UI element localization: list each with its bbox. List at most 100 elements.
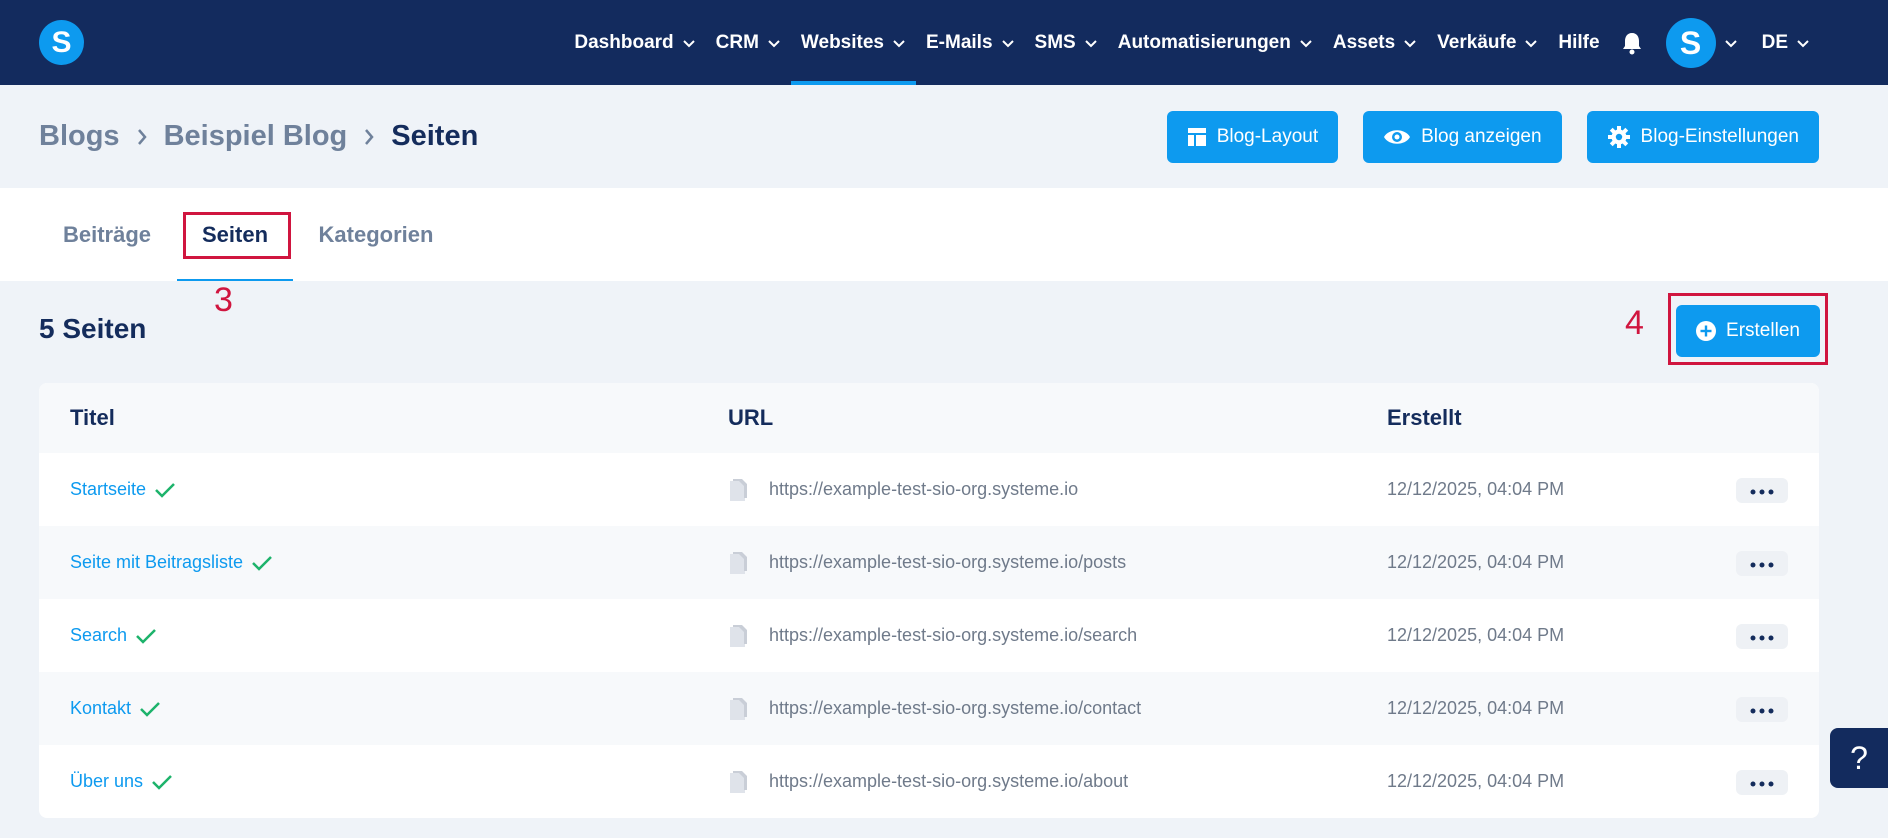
create-button[interactable]: Erstellen	[1676, 305, 1820, 357]
blog-settings-label: Blog-Einstellungen	[1640, 126, 1799, 147]
blog-settings-button[interactable]: Blog-Einstellungen	[1586, 111, 1819, 163]
row-created: 12/12/2025, 04:04 PM	[1387, 698, 1565, 718]
main-nav: Dashboard CRM Websites E-Mails SMS Autom…	[564, 0, 1820, 85]
row-actions-button[interactable]	[1736, 551, 1788, 576]
row-url[interactable]: https://example-test-sio-org.systeme.io	[727, 453, 1078, 526]
chevron-down-icon	[1524, 38, 1538, 48]
chevron-down-icon[interactable]	[1724, 0, 1738, 85]
header-actions: Blog-Layout Blog anzeigen Blog-Einstellu…	[1166, 111, 1819, 163]
row-actions-button[interactable]	[1736, 770, 1788, 795]
more-icon	[1750, 482, 1774, 500]
document-icon	[727, 624, 749, 648]
row-title-link[interactable]: Seite mit Beitragsliste	[70, 526, 273, 599]
row-title-link[interactable]: Startseite	[70, 453, 176, 526]
help-button[interactable]: ?	[1830, 728, 1888, 788]
check-icon	[135, 627, 157, 645]
language-selector[interactable]: DE	[1752, 0, 1820, 85]
nav-item-dashboard[interactable]: Dashboard	[564, 0, 705, 85]
annotation-3: 3	[214, 281, 233, 319]
nav-item-crm[interactable]: CRM	[706, 0, 791, 85]
column-header-url: URL	[728, 405, 774, 430]
breadcrumb-example-blog[interactable]: Beispiel Blog	[164, 120, 348, 153]
nav-item-automations[interactable]: Automatisierungen	[1108, 0, 1323, 85]
nav-item-emails[interactable]: E-Mails	[916, 0, 1025, 85]
row-actions-button[interactable]	[1736, 697, 1788, 722]
document-icon	[727, 770, 749, 794]
plus-circle-icon	[1696, 321, 1717, 341]
nav-item-assets[interactable]: Assets	[1323, 0, 1427, 85]
row-title: Search	[70, 625, 128, 645]
nav-item-websites[interactable]: Websites	[790, 0, 917, 85]
nav-item-label: Assets	[1332, 31, 1396, 53]
row-title: Kontakt	[70, 698, 132, 718]
nav-item-help[interactable]: Hilfe	[1548, 0, 1609, 85]
table-row: Kontakt https://example-test-sio-org.sys…	[39, 672, 1819, 745]
avatar[interactable]: S	[1665, 17, 1716, 68]
blog-layout-button[interactable]: Blog-Layout	[1166, 111, 1339, 163]
check-icon	[154, 481, 176, 499]
chevron-down-icon	[1299, 38, 1313, 48]
check-icon	[139, 700, 161, 718]
nav-item-sms[interactable]: SMS	[1025, 0, 1108, 85]
chevron-down-icon	[1796, 38, 1810, 48]
more-icon	[1750, 555, 1774, 573]
tab-highlight-box	[183, 212, 291, 259]
row-url-text: https://example-test-sio-org.systeme.io/…	[769, 552, 1127, 572]
table-header: Titel URL Erstellt	[39, 383, 1819, 453]
row-url[interactable]: https://example-test-sio-org.systeme.io/…	[727, 526, 1126, 599]
chevron-right-icon	[136, 127, 148, 147]
row-title: Startseite	[70, 479, 147, 499]
row-title: Seite mit Beitragsliste	[70, 552, 244, 572]
tab-label: Beiträge	[62, 221, 152, 247]
view-blog-button[interactable]: Blog anzeigen	[1363, 111, 1562, 163]
row-actions-button[interactable]	[1736, 624, 1788, 649]
bell-icon[interactable]	[1610, 0, 1654, 85]
chevron-down-icon	[682, 38, 696, 48]
chevron-down-icon	[892, 38, 906, 48]
check-icon	[251, 554, 273, 572]
chevron-down-icon	[1084, 38, 1098, 48]
row-actions-button[interactable]	[1736, 478, 1788, 503]
row-created: 12/12/2025, 04:04 PM	[1387, 552, 1565, 572]
layout-icon	[1187, 127, 1207, 147]
nav-item-label: Hilfe	[1558, 31, 1600, 53]
more-icon	[1750, 701, 1774, 719]
more-icon	[1750, 774, 1774, 792]
nav-item-label: Dashboard	[574, 31, 674, 53]
nav-item-label: CRM	[715, 31, 759, 53]
pages-table: Titel URL Erstellt Startseite https://ex…	[39, 383, 1819, 818]
nav-item-label: Automatisierungen	[1117, 31, 1291, 53]
nav-item-sales[interactable]: Verkäufe	[1427, 0, 1548, 85]
row-title-link[interactable]: Über uns	[70, 745, 173, 818]
document-icon	[727, 697, 749, 721]
row-url-text: https://example-test-sio-org.systeme.io/…	[769, 698, 1142, 718]
row-title-link[interactable]: Kontakt	[70, 672, 161, 745]
row-title-link[interactable]: Search	[70, 599, 157, 672]
chevron-down-icon	[1001, 38, 1015, 48]
table-row: Seite mit Beitragsliste https://example-…	[39, 526, 1819, 599]
page-header: Blogs Beispiel Blog Seiten Blog-Layout B…	[0, 85, 1888, 188]
nav-item-label: SMS	[1034, 31, 1076, 53]
row-created: 12/12/2025, 04:04 PM	[1387, 771, 1565, 791]
view-blog-label: Blog anzeigen	[1421, 126, 1542, 147]
row-url[interactable]: https://example-test-sio-org.systeme.io/…	[727, 745, 1128, 818]
language-label: DE	[1761, 31, 1788, 53]
nav-item-label: Verkäufe	[1437, 31, 1517, 53]
chevron-down-icon	[767, 38, 781, 48]
row-url[interactable]: https://example-test-sio-org.systeme.io/…	[727, 672, 1141, 745]
row-title: Über uns	[70, 771, 144, 791]
tab-posts[interactable]: Beiträge	[54, 188, 160, 281]
page-count-title: 5 Seiten	[39, 313, 147, 344]
table-row: Über uns https://example-test-sio-org.sy…	[39, 745, 1819, 818]
systeme-logo[interactable]: S	[39, 20, 84, 65]
nav-item-label: Websites	[800, 31, 884, 53]
row-url-text: https://example-test-sio-org.systeme.io	[769, 479, 1079, 499]
help-label: ?	[1850, 739, 1868, 776]
document-icon	[727, 478, 749, 502]
tab-categories[interactable]: Kategorien	[310, 188, 442, 281]
breadcrumb-blogs[interactable]: Blogs	[39, 120, 120, 153]
row-url[interactable]: https://example-test-sio-org.systeme.io/…	[727, 599, 1137, 672]
more-icon	[1750, 628, 1774, 646]
blog-layout-label: Blog-Layout	[1216, 126, 1319, 147]
top-navigation-bar: S Dashboard CRM Websites E-Mails SMS Aut…	[0, 0, 1888, 85]
